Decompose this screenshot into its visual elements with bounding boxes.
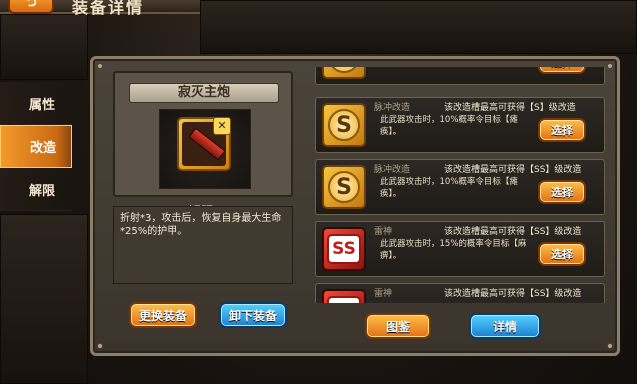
select-button[interactable]: 选择 [538,242,586,266]
mod-description: 此武器攻击时，10%概率令目标【瘫痪】。 [380,115,518,137]
bg-structure-top [200,0,637,54]
mod-slot-hint: 该改造槽最高可获得【S】级改造 [444,103,576,113]
catalog-button[interactable]: 图鉴 [365,313,431,339]
grade-letter: S [328,171,360,203]
select-button[interactable]: 选择 [538,180,586,204]
grade-letter: S [328,67,360,73]
rivet [607,63,613,69]
mod-row: S 。 选择 [315,67,605,85]
rivet [97,63,103,69]
mod-description: 。 [380,67,530,70]
s-grade-icon: S [322,103,366,147]
top-header: ⮌ 装备详情 [0,0,200,17]
equipment-name: 寂灭主炮 [129,83,279,103]
tab-modify[interactable]: 改造 [0,125,72,168]
s-grade-icon: S [322,165,366,209]
select-button[interactable]: 选择 [538,67,586,74]
s-grade-icon: S [322,67,366,79]
mod-description: 此武器攻击时，15%的概率令目标【麻痹】。 [380,239,527,261]
mod-name: 雷神 [374,289,393,299]
wrench-icon: ✕ [213,117,231,135]
bg-structure-bottom-left [0,214,88,384]
unequip-button[interactable]: 卸下装备 [219,302,287,328]
rivet [97,343,103,349]
side-tab-bar: 属性 改造 解限 [0,82,72,211]
mod-slot-hint: 该改造槽最高可获得【SS】级改造 [444,165,582,175]
mod-slot-hint: 该改造槽最高可获得【SS】级改造 [444,289,582,299]
grade-letter: SS [327,296,361,303]
details-button[interactable]: 详情 [469,313,541,339]
replace-equipment-button[interactable]: 更换装备 [129,302,197,328]
rivet [607,343,613,349]
back-arrow-icon: ⮌ [25,0,37,10]
red-cannon-icon[interactable]: ✕ [177,117,231,171]
back-button[interactable]: ⮌ [8,0,54,14]
page-title: 装备详情 [72,0,145,17]
mod-row: SS 雷神 该改造槽最高可获得【SS】级改造 [315,283,605,303]
mod-name: 脉冲改造 [374,165,411,175]
bg-structure-left [0,14,88,80]
select-button[interactable]: 选择 [538,118,586,142]
grade-letter: S [328,109,360,141]
mod-description: 此武器攻击时，10%概率令目标【瘫痪】。 [380,177,518,199]
ss-grade-icon: SS [322,227,366,271]
tab-attributes[interactable]: 属性 [0,82,72,125]
equipment-panel: 寂灭主炮 解限0 ✕ 折射*3，攻击后，恢复自身最大生命*25%的护甲。 更换装… [90,56,620,356]
mod-name: 雷神 [374,227,393,237]
ss-grade-icon: SS [322,289,366,303]
mod-row: SS 雷神 该改造槽最高可获得【SS】级改造 此武器攻击时，15%的概率令目标【… [315,221,605,277]
mod-slot-hint: 该改造槽最高可获得【SS】级改造 [444,227,582,237]
equipment-description: 折射*3，攻击后，恢复自身最大生命*25%的护甲。 [113,206,293,284]
mod-list[interactable]: S 。 选择 S 脉冲改造 该改造槽最高可获得【S】级改造 此武器攻击时，10%… [315,67,605,303]
grade-letter: SS [327,234,361,264]
mod-row: S 脉冲改造 该改造槽最高可获得【SS】级改造 此武器攻击时，10%概率令目标【… [315,159,605,215]
mod-name: 脉冲改造 [374,103,411,113]
tab-unlimit[interactable]: 解限 [0,168,72,211]
mod-row: S 脉冲改造 该改造槽最高可获得【S】级改造 此武器攻击时，10%概率令目标【瘫… [315,97,605,153]
